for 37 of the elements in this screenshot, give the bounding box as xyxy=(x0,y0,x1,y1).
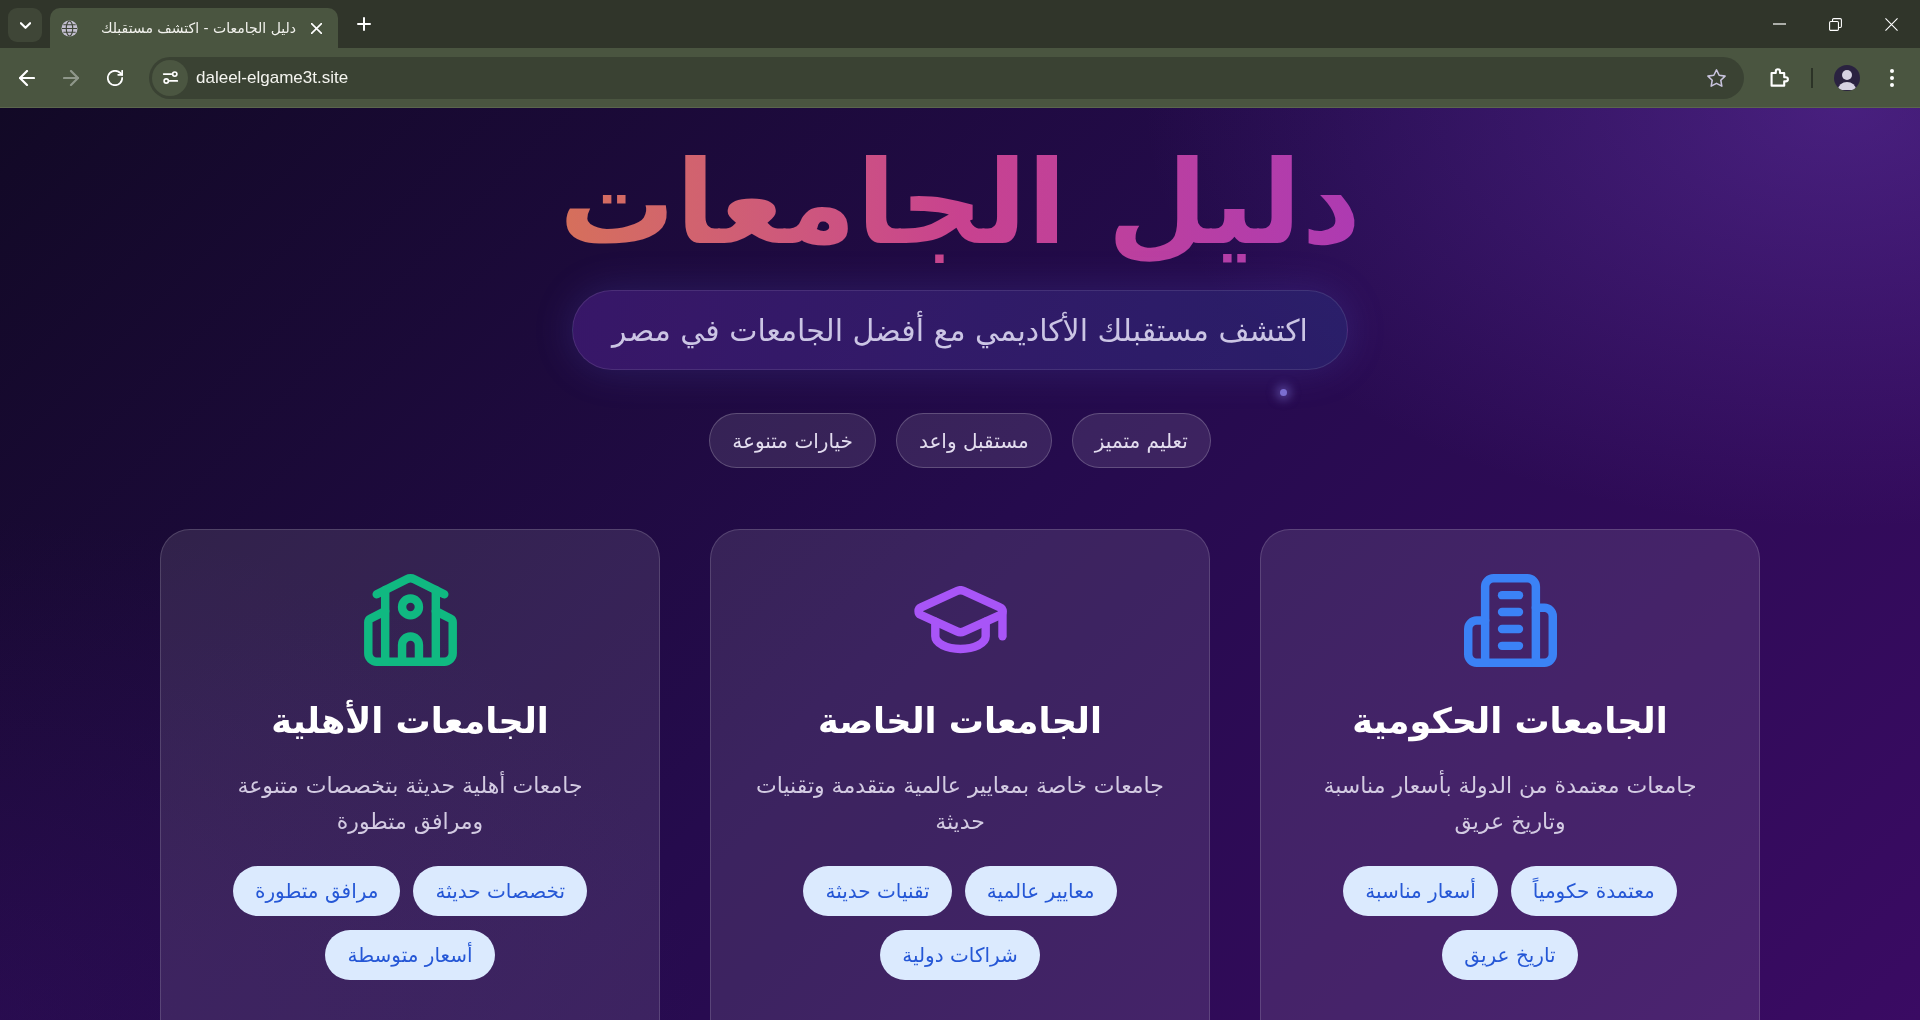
star-icon xyxy=(1706,68,1726,87)
card-description: جامعات معتمدة من الدولة بأسعار مناسبة وتاريخ عريق xyxy=(1304,768,1716,841)
card-title: الجامعات الأهلية xyxy=(271,698,549,743)
card-tag: معتمدة حكومياً xyxy=(1510,866,1677,917)
close-icon xyxy=(1884,17,1898,31)
card-tag: أسعار متوسطة xyxy=(325,930,495,981)
subtitle-banner: اكتشف مستقبلك الأكاديمي مع أفضل الجامعات في مصر xyxy=(572,290,1348,370)
plus-icon xyxy=(357,17,371,31)
card-tag: تقنيات حديثة xyxy=(803,866,952,917)
card-tag: معايير عالمية xyxy=(964,866,1117,917)
browser-tab[interactable]: دليل الجامعات - اكتشف مستقبلك xyxy=(50,8,338,48)
card-title: الجامعات الحكومية xyxy=(1352,700,1668,744)
tune-icon xyxy=(161,71,179,84)
card-tag: تاريخ عريق xyxy=(1442,930,1578,981)
restore-icon xyxy=(1828,17,1842,31)
globe-icon xyxy=(61,19,78,37)
feature-badge: خيارات متنوعة xyxy=(709,413,876,468)
tab-list-button[interactable] xyxy=(8,8,42,42)
chevron-down-icon xyxy=(19,21,31,29)
feature-badge: مستقبل واعد xyxy=(895,413,1052,468)
card-tag: شراكات دولية xyxy=(880,930,1040,981)
close-tab-button[interactable] xyxy=(308,20,324,36)
profile-avatar[interactable] xyxy=(1834,64,1860,91)
card-tag: مرافق متطورة xyxy=(232,866,401,917)
card-tag: تخصصات حديثة xyxy=(413,866,588,917)
minimize-icon xyxy=(1772,23,1786,25)
url-text: daleel-elgame3t.site xyxy=(196,66,349,89)
card-tag: أسعار مناسبة xyxy=(1343,866,1498,917)
address-bar[interactable]: daleel-elgame3t.site xyxy=(149,56,1744,99)
site-info-button[interactable] xyxy=(152,59,188,96)
card-description: جامعات خاصة بمعايير عالمية متقدمة وتقنيات حديثة xyxy=(755,772,1165,837)
close-icon xyxy=(310,22,322,34)
card-title: الجامعات الخاصة xyxy=(818,700,1102,743)
puzzle-icon xyxy=(1770,67,1790,88)
card-description: جامعات أهلية حديثة بتخصصات متنوعة ومرافق متطورة xyxy=(236,770,584,837)
more-vertical-icon xyxy=(1890,68,1894,87)
feature-badge: تعليم متميز xyxy=(1071,413,1211,468)
